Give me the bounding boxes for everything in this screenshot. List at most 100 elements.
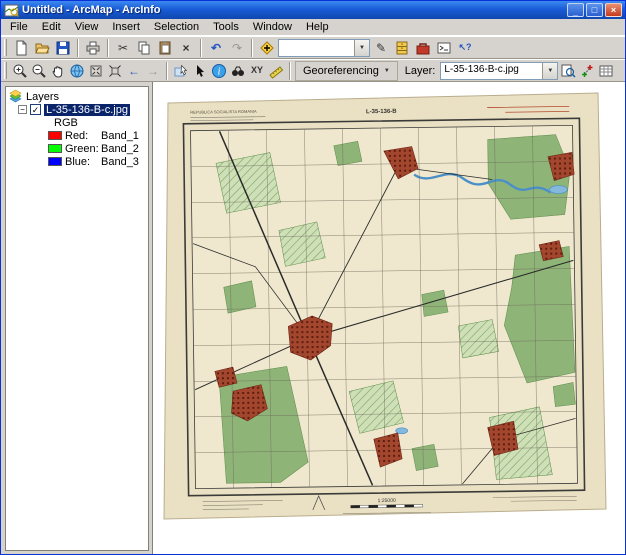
dataframe-layers-icon [8,89,23,104]
band-row-green[interactable]: Green:Band_2 [8,142,146,155]
chevron-down-icon: ▼ [384,68,390,74]
maximize-button[interactable]: □ [586,3,603,17]
menu-selection[interactable]: Selection [147,20,206,34]
band-row-blue[interactable]: Blue:Band_3 [8,155,146,168]
arctoolbox-button[interactable] [413,38,433,58]
georeferencing-layer-combo[interactable]: L-35-136-B-c.jpg ▼ [440,62,558,80]
band-row-red[interactable]: Red:Band_1 [8,129,146,142]
copy-button[interactable] [134,38,154,58]
minimize-button[interactable]: _ [567,3,584,17]
map-view-panel[interactable]: REPUBLICA SOCIALISTA ROMANIA L-35-136-B … [152,82,625,554]
back-arrow-icon: ← [128,65,140,77]
toolbar-grip[interactable] [4,62,7,79]
map-top-left-text: REPUBLICA SOCIALISTA ROMANIA [190,109,257,115]
menu-window[interactable]: Window [246,20,299,34]
blue-band-swatch [48,157,62,166]
viewer-button[interactable] [559,61,577,81]
toolbar-separator [107,39,109,57]
view-link-table-button[interactable] [597,61,615,81]
command-line-button[interactable] [434,38,454,58]
chevron-down-icon[interactable]: ▼ [542,63,557,79]
editor-toolbar-button[interactable]: ✎ [371,38,391,58]
zoom-in-button[interactable] [11,61,29,81]
fixed-zoom-in-button[interactable] [87,61,105,81]
toc-panel: Layers − ✓ L-35-136-B-c.jpg RGB Red:Band… [1,82,152,554]
chevron-down-icon[interactable]: ▼ [354,40,369,56]
content-area: Layers − ✓ L-35-136-B-c.jpg RGB Red:Band… [1,82,625,554]
title-bar[interactable]: Untitled - ArcMap - ArcInfo _ □ × [1,1,625,19]
delete-button[interactable]: × [176,38,196,58]
toolbar-separator [289,62,291,80]
xy-icon: XY [251,66,263,75]
full-extent-button[interactable] [68,61,86,81]
scanned-topo-map[interactable]: REPUBLICA SOCIALISTA ROMANIA L-35-136-B … [160,89,608,525]
toolbar-grip[interactable] [4,39,7,56]
paste-button[interactable] [155,38,175,58]
close-button[interactable]: × [605,3,622,17]
add-control-points-button[interactable] [578,61,596,81]
georeferencing-menu-button[interactable]: Georeferencing ▼ [295,61,398,81]
arccatalog-icon [394,40,410,56]
cut-icon: ✂ [118,42,128,54]
add-data-icon [259,40,275,56]
whats-this-button[interactable]: ↖? [455,38,475,58]
go-back-extent-button[interactable]: ← [125,61,143,81]
select-elements-button[interactable] [191,61,209,81]
tools-toolbar: ← → i [1,59,625,82]
layer-name[interactable]: L-35-136-B-c.jpg [44,104,130,116]
open-button[interactable] [32,38,52,58]
map-scale-combo[interactable]: ▼ [278,39,370,57]
undo-button[interactable]: ↶ [206,38,226,58]
zoom-out-button[interactable] [30,61,48,81]
blue-band-name: Band_3 [101,156,139,168]
save-button[interactable] [53,38,73,58]
toolbar-separator [166,62,168,80]
new-map-icon [13,40,29,56]
go-to-xy-button[interactable]: XY [248,61,266,81]
open-icon [34,40,50,56]
menu-file[interactable]: File [3,20,35,34]
arcmap-window: Untitled - ArcMap - ArcInfo _ □ × File E… [0,0,626,555]
table-of-contents[interactable]: Layers − ✓ L-35-136-B-c.jpg RGB Red:Band… [5,86,149,551]
layer-row[interactable]: − ✓ L-35-136-B-c.jpg [8,103,146,116]
menu-tools[interactable]: Tools [206,20,246,34]
editor-pencil-icon: ✎ [376,42,386,54]
select-features-icon [173,63,189,79]
tree-collapse-icon[interactable]: − [18,105,27,114]
redo-button[interactable]: ↷ [227,38,247,58]
add-data-button[interactable] [257,38,277,58]
pointer-arrow-icon [192,63,208,79]
viewer-magnifier-icon [560,63,576,79]
dataframe-title: Layers [26,91,59,103]
arctoolbox-icon [415,40,431,56]
menu-insert[interactable]: Insert [105,20,147,34]
new-map-button[interactable] [11,38,31,58]
measure-button[interactable] [267,61,285,81]
select-features-button[interactable] [172,61,190,81]
menu-help[interactable]: Help [299,20,336,34]
fixed-zoom-out-button[interactable] [106,61,124,81]
identify-button[interactable]: i [210,61,228,81]
svg-text:i: i [218,66,221,77]
identify-icon: i [211,63,227,79]
find-button[interactable] [229,61,247,81]
dataframe-row[interactable]: Layers [8,90,146,103]
rgb-row[interactable]: RGB [8,116,146,129]
pan-hand-icon [50,63,66,79]
print-button[interactable] [83,38,103,58]
map-scale-text: 1:25000 [378,498,396,504]
pan-button[interactable] [49,61,67,81]
rgb-label: RGB [54,117,78,129]
arccatalog-button[interactable] [392,38,412,58]
zoom-in-icon [12,63,28,79]
redo-icon: ↷ [232,42,242,54]
cut-button[interactable]: ✂ [113,38,133,58]
window-title: Untitled - ArcMap - ArcInfo [22,4,565,16]
fixed-zoom-in-icon [88,63,104,79]
undo-icon: ↶ [211,42,221,54]
menu-edit[interactable]: Edit [35,20,68,34]
menu-view[interactable]: View [68,20,106,34]
red-band-name: Band_1 [101,130,139,142]
layer-visibility-checkbox[interactable]: ✓ [30,104,41,115]
go-forward-extent-button[interactable]: → [144,61,162,81]
